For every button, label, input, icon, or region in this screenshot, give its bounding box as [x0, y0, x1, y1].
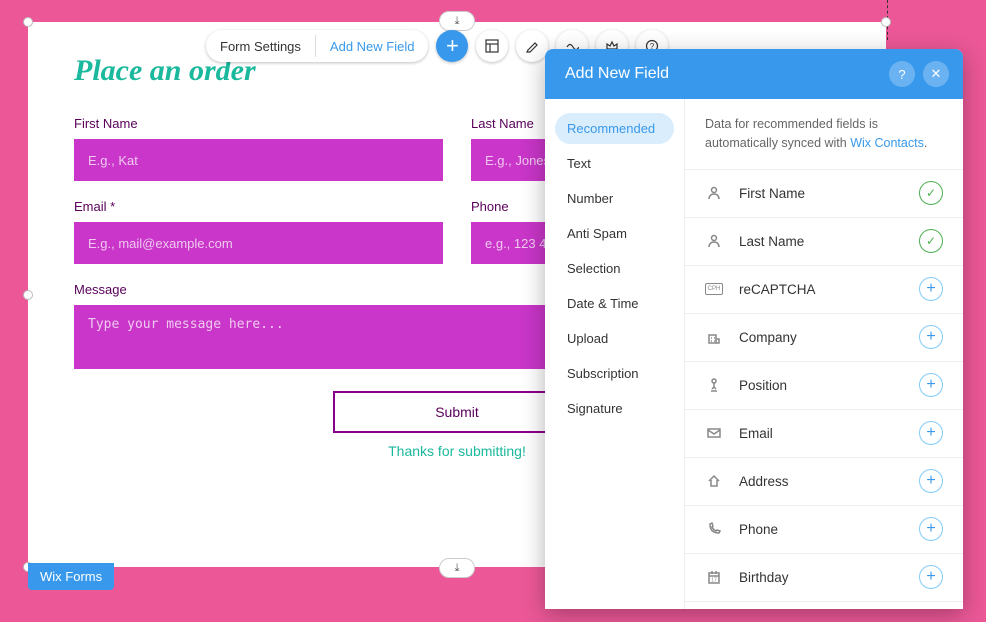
category-signature[interactable]: Signature: [555, 393, 674, 424]
field-option-label: Email: [739, 426, 903, 441]
category-selection[interactable]: Selection: [555, 253, 674, 284]
field-option-label: Company: [739, 330, 903, 345]
captcha-icon: CPH: [705, 283, 723, 295]
resize-handle[interactable]: [23, 17, 33, 27]
wix-forms-tag[interactable]: Wix Forms: [28, 563, 114, 590]
panel-title: Add New Field: [565, 65, 881, 83]
category-list: Recommended Text Number Anti Spam Selection D…: [545, 99, 685, 609]
field-option-label: Address: [739, 474, 903, 489]
add-icon[interactable]: +: [919, 421, 943, 445]
check-icon[interactable]: ✓: [919, 229, 943, 253]
category-text[interactable]: Text: [555, 148, 674, 179]
field-option-label: Last Name: [739, 234, 903, 249]
email-input[interactable]: [74, 222, 443, 264]
field-option-label: Position: [739, 378, 903, 393]
field-option-label: First Name: [739, 186, 903, 201]
field-option-label: Phone: [739, 522, 903, 537]
phone-icon: [705, 521, 723, 537]
category-recommended[interactable]: Recommended: [555, 113, 674, 144]
birthday-icon: 17: [705, 569, 723, 585]
form-settings-button[interactable]: Form Settings: [206, 30, 315, 62]
field-option-first-name[interactable]: First Name ✓: [685, 170, 963, 218]
field-option-last-name[interactable]: Last Name ✓: [685, 218, 963, 266]
plus-icon[interactable]: +: [436, 30, 468, 62]
field-option-address[interactable]: Address +: [685, 458, 963, 506]
stretch-handle-bottom[interactable]: ⤓: [439, 558, 475, 578]
field-email: Email *: [74, 199, 443, 264]
add-icon[interactable]: +: [919, 565, 943, 589]
category-date-time[interactable]: Date & Time: [555, 288, 674, 319]
field-option-phone[interactable]: Phone +: [685, 506, 963, 554]
person-icon: [705, 233, 723, 249]
svg-text:17: 17: [711, 578, 717, 584]
field-option-recaptcha[interactable]: CPH reCAPTCHA +: [685, 266, 963, 314]
add-field-panel: Add New Field ? ✕ Recommended Text Number A…: [545, 49, 963, 609]
layout-icon[interactable]: [476, 30, 508, 62]
company-icon: [705, 329, 723, 345]
design-icon[interactable]: [516, 30, 548, 62]
email-icon: [705, 425, 723, 441]
panel-help-button[interactable]: ?: [889, 61, 915, 87]
person-icon: [705, 185, 723, 201]
wix-contacts-link[interactable]: Wix Contacts: [850, 136, 924, 150]
category-anti-spam[interactable]: Anti Spam: [555, 218, 674, 249]
address-icon: [705, 473, 723, 489]
field-list: Data for recommended fields is automatic…: [685, 99, 963, 609]
category-number[interactable]: Number: [555, 183, 674, 214]
add-icon[interactable]: +: [919, 277, 943, 301]
email-label: Email *: [74, 199, 443, 214]
add-icon[interactable]: +: [919, 469, 943, 493]
resize-handle[interactable]: [881, 17, 891, 27]
field-option-email[interactable]: Email +: [685, 410, 963, 458]
info-text: Data for recommended fields is automatic…: [685, 99, 963, 170]
position-icon: [705, 377, 723, 393]
field-option-birthday[interactable]: 17 Birthday +: [685, 554, 963, 602]
field-option-label: Birthday: [739, 570, 903, 585]
field-option-company[interactable]: Company +: [685, 314, 963, 362]
category-subscription[interactable]: Subscription: [555, 358, 674, 389]
field-option-label: reCAPTCHA: [739, 282, 903, 297]
field-first-name: First Name: [74, 116, 443, 181]
add-icon[interactable]: +: [919, 325, 943, 349]
add-icon[interactable]: +: [919, 517, 943, 541]
resize-handle[interactable]: [23, 290, 33, 300]
stretch-handle-top[interactable]: ⤓: [439, 11, 475, 31]
check-icon[interactable]: ✓: [919, 181, 943, 205]
add-icon[interactable]: +: [919, 373, 943, 397]
first-name-input[interactable]: [74, 139, 443, 181]
first-name-label: First Name: [74, 116, 443, 131]
panel-close-button[interactable]: ✕: [923, 61, 949, 87]
field-option-position[interactable]: Position +: [685, 362, 963, 410]
submit-button[interactable]: Submit: [333, 391, 581, 433]
category-upload[interactable]: Upload: [555, 323, 674, 354]
add-new-field-button[interactable]: Add New Field: [316, 30, 429, 62]
